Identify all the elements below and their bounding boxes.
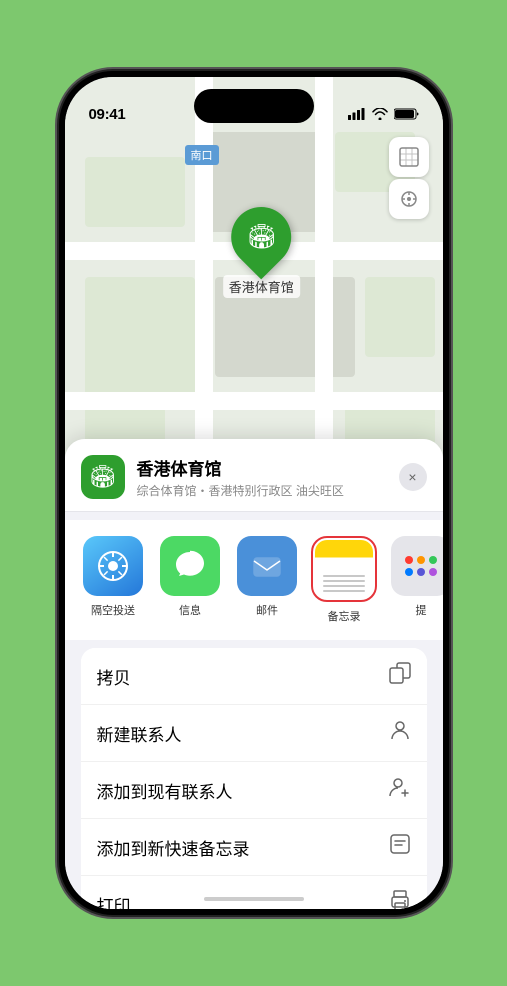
new-contact-label: 新建联系人 <box>97 721 182 746</box>
person-icon <box>389 719 411 747</box>
action-copy[interactable]: 拷贝 <box>81 648 427 705</box>
pin-circle: 🏟 <box>219 195 304 280</box>
print-label: 打印 <box>97 892 131 910</box>
add-existing-label: 添加到现有联系人 <box>97 778 233 803</box>
copy-icon <box>389 662 411 690</box>
action-add-existing[interactable]: 添加到现有联系人 <box>81 762 427 819</box>
add-notes-label: 添加到新快速备忘录 <box>97 835 250 860</box>
location-button[interactable] <box>389 179 429 219</box>
venue-name: 香港体育馆 <box>137 455 399 480</box>
status-time: 09:41 <box>89 106 126 123</box>
venue-info: 香港体育馆 综合体育馆・香港特别行政区 油尖旺区 <box>137 455 399 499</box>
note-icon <box>389 833 411 861</box>
venue-icon: 🏟 <box>81 455 125 499</box>
action-add-notes[interactable]: 添加到新快速备忘录 <box>81 819 427 876</box>
action-new-contact[interactable]: 新建联系人 <box>81 705 427 762</box>
map-controls <box>389 137 429 219</box>
share-mail[interactable]: 邮件 <box>235 536 300 624</box>
venue-subtitle: 综合体育馆・香港特别行政区 油尖旺区 <box>137 482 399 499</box>
more-icon <box>391 536 443 596</box>
notes-label: 备忘录 <box>328 608 361 624</box>
phone-frame: 09:41 <box>59 71 449 915</box>
signal-icon <box>348 108 366 123</box>
mail-icon <box>237 536 297 596</box>
location-pin: 🏟 香港体育馆 <box>223 207 300 298</box>
close-button[interactable]: × <box>399 463 427 491</box>
printer-icon <box>389 890 411 909</box>
phone-screen: 09:41 <box>65 77 443 909</box>
dynamic-island <box>194 89 314 123</box>
mail-label: 邮件 <box>256 602 278 618</box>
action-list: 拷贝 新建联系人 添加到现有联系人 <box>81 648 427 909</box>
share-airdrop[interactable]: 隔空投送 <box>81 536 146 624</box>
notes-icon <box>315 540 373 598</box>
airdrop-label: 隔空投送 <box>91 602 135 618</box>
wifi-icon <box>372 108 388 123</box>
message-icon <box>160 536 220 596</box>
message-label: 信息 <box>179 602 201 618</box>
sheet-header: 🏟 香港体育馆 综合体育馆・香港特别行政区 油尖旺区 × <box>65 439 443 512</box>
share-message[interactable]: 信息 <box>158 536 223 624</box>
road-label: 南口 <box>185 145 219 165</box>
share-row: 隔空投送 信息 邮件 <box>65 520 443 640</box>
person-add-icon <box>389 776 411 804</box>
airdrop-icon <box>83 536 143 596</box>
more-label: 提 <box>416 602 427 618</box>
share-notes[interactable]: 备忘录 <box>312 536 377 624</box>
battery-icon <box>394 108 419 123</box>
stadium-icon: 🏟 <box>246 223 276 252</box>
bottom-sheet: 🏟 香港体育馆 综合体育馆・香港特别行政区 油尖旺区 × 隔空投送 <box>65 439 443 909</box>
copy-label: 拷贝 <box>97 664 131 689</box>
action-print[interactable]: 打印 <box>81 876 427 909</box>
home-indicator <box>204 897 304 901</box>
status-icons <box>348 108 419 123</box>
map-type-button[interactable] <box>389 137 429 177</box>
notes-selected-border <box>311 536 377 602</box>
share-more[interactable]: 提 <box>389 536 443 624</box>
